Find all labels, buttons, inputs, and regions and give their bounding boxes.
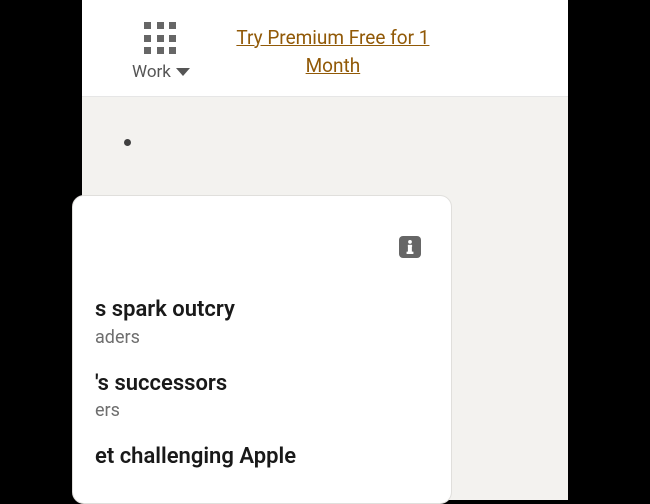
bullet-dot <box>124 139 131 146</box>
news-title: et challenging Apple <box>95 443 429 471</box>
news-list: s spark outcry aders 's successors ers e… <box>95 296 429 471</box>
news-meta: ers <box>95 400 429 421</box>
right-black-bar <box>568 0 650 500</box>
news-item[interactable]: 's successors ers <box>95 370 429 422</box>
news-card: s spark outcry aders 's successors ers e… <box>72 195 452 504</box>
left-black-bar <box>0 0 82 500</box>
news-title: 's successors <box>95 370 429 398</box>
info-glyph-icon <box>405 240 415 254</box>
news-item[interactable]: s spark outcry aders <box>95 296 429 348</box>
caret-down-icon <box>176 68 190 76</box>
info-icon[interactable] <box>399 236 421 258</box>
work-nav-item[interactable]: Work <box>132 22 190 82</box>
apps-grid-icon <box>144 22 178 56</box>
work-nav-label: Work <box>132 62 190 82</box>
work-label-text: Work <box>132 62 171 82</box>
top-nav: Work Try Premium Free for 1 Month <box>82 0 568 97</box>
premium-link[interactable]: Try Premium Free for 1 Month <box>228 24 438 81</box>
news-meta: aders <box>95 327 429 348</box>
news-title: s spark outcry <box>95 296 429 324</box>
news-item[interactable]: et challenging Apple <box>95 443 429 471</box>
content-area: Work Try Premium Free for 1 Month s spar… <box>82 0 568 500</box>
